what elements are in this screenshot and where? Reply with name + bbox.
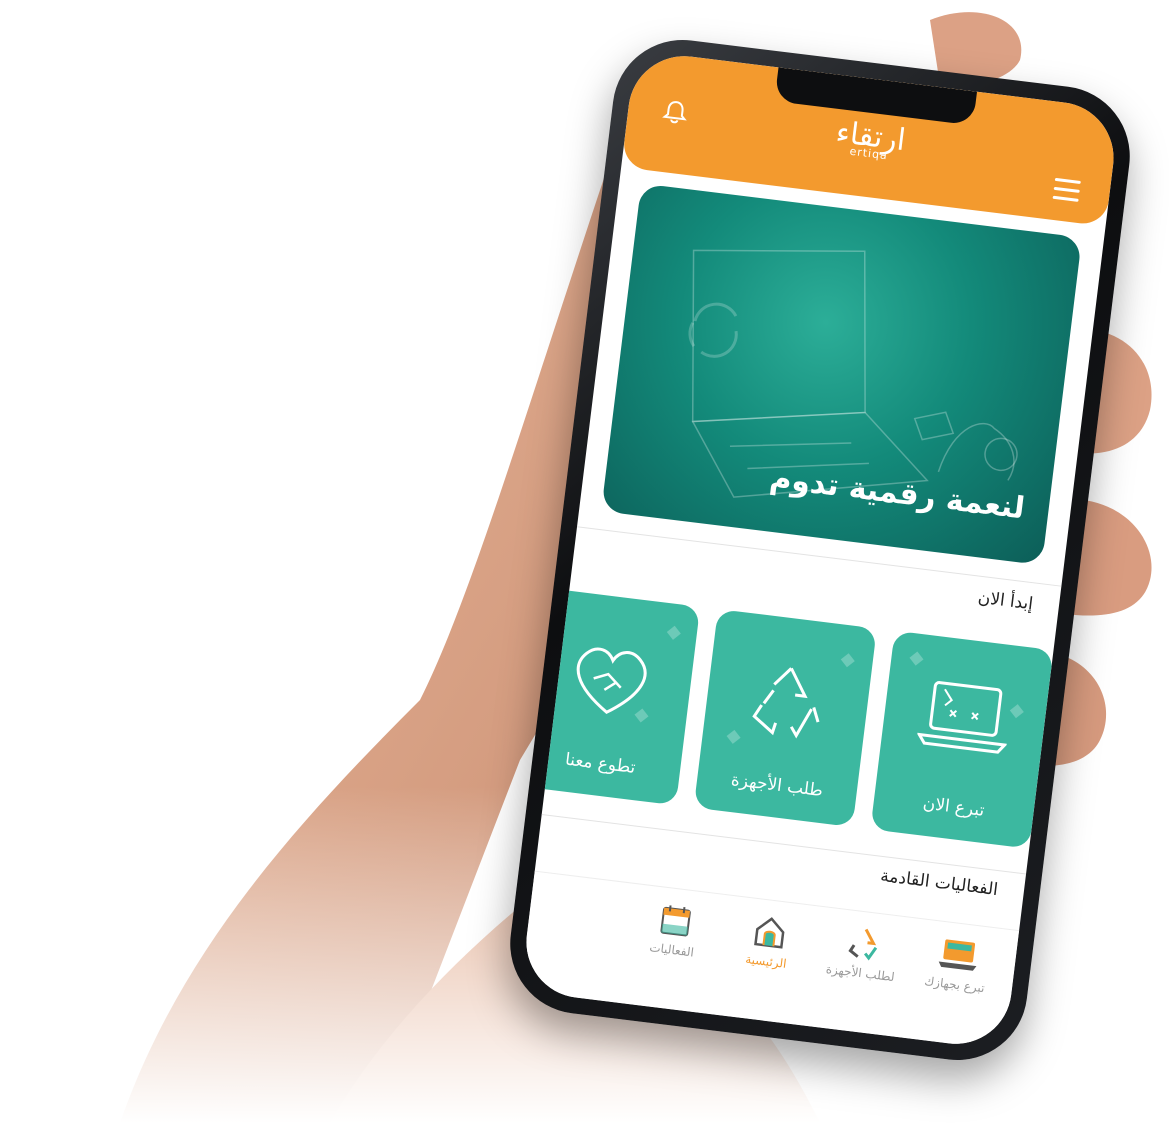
recycle-icon [752, 667, 820, 739]
hamburger-menu-icon[interactable] [1052, 177, 1081, 203]
events-section-title: الفعاليات القادمة [879, 865, 1000, 901]
laptop-donate-icon [938, 939, 976, 971]
tile-request-devices[interactable]: طلب الأجهزة [693, 609, 877, 828]
notification-bell-icon[interactable] [661, 98, 690, 127]
tile-label: طلب الأجهزة [729, 769, 825, 802]
hero-banner[interactable]: لنعمة رقمية تدوم [601, 183, 1083, 566]
action-tiles: تبرع الان طلب الأجهزة تطوع معنا [520, 583, 1083, 857]
start-section-title: إبدأ الان [976, 587, 1035, 615]
nav-donate-device[interactable]: تبرع بجهازك [907, 932, 1008, 997]
nav-label: لطلب الأجهزة [825, 961, 896, 985]
nav-label: الفعاليات [648, 940, 695, 960]
recycle-icon [847, 928, 877, 961]
laptop-icon [916, 681, 1008, 754]
nav-label: تبرع بجهازك [923, 973, 986, 996]
nav-events[interactable]: الفعاليات [624, 897, 725, 962]
nav-home[interactable]: الرئيسية [718, 909, 819, 974]
nav-request-devices[interactable]: لطلب الأجهزة [812, 921, 913, 986]
app-logo: ارتقاء ertiqa [833, 115, 907, 164]
calendar-icon [659, 905, 691, 937]
nav-label: الرئيسية [744, 952, 788, 971]
tile-label: تبرع الان [921, 793, 986, 821]
handshake-heart-icon [576, 647, 647, 714]
tile-donate-now[interactable]: تبرع الان [870, 630, 1054, 849]
home-icon [753, 917, 784, 949]
